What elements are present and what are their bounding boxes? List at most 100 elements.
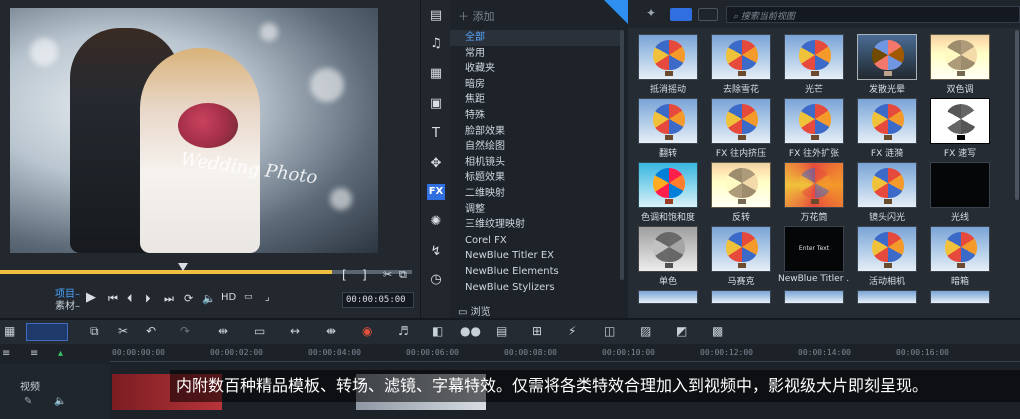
motion-track-icon[interactable]: ◧ xyxy=(432,324,443,338)
category-item[interactable]: 二维映射 xyxy=(450,186,620,202)
category-item[interactable]: 标题效果 xyxy=(450,170,620,186)
path-icon[interactable]: ↯ xyxy=(427,244,445,260)
effect-thumbnail[interactable] xyxy=(784,162,844,208)
cue-icon[interactable]: ▴ xyxy=(58,348,63,359)
aspect-icon[interactable]: ▭ xyxy=(244,292,253,302)
effect-thumbnail[interactable] xyxy=(930,98,990,144)
mark-out-icon[interactable]: ] xyxy=(362,268,367,282)
time-ruler[interactable]: 00:00:00:00 00:00:02:00 00:00:04:00 00:00:0… xyxy=(110,346,1020,362)
effect-thumbnail[interactable] xyxy=(711,226,771,272)
effect-thumbnail[interactable] xyxy=(784,98,844,144)
audio-icon[interactable]: ♬ xyxy=(398,324,409,338)
view-toggle-off[interactable] xyxy=(698,8,718,21)
play-icon[interactable]: ▶ xyxy=(86,290,102,306)
effect-thumbnail[interactable] xyxy=(930,290,990,304)
go-start-icon[interactable]: ⏮ xyxy=(108,292,118,306)
category-item[interactable]: 脸部效果 xyxy=(450,124,620,140)
next-frame-icon[interactable]: ⏵ xyxy=(145,292,151,306)
effect-thumbnail[interactable] xyxy=(638,290,698,304)
mode-switch[interactable]: 项目– 素材– xyxy=(55,289,80,313)
category-item[interactable]: 常用 xyxy=(450,46,620,62)
motion-icon[interactable]: ✺ xyxy=(427,214,445,230)
view-toggle-on[interactable] xyxy=(670,8,692,21)
effect-thumbnail[interactable] xyxy=(857,98,917,144)
sparkle-icon[interactable]: ✦ xyxy=(646,6,656,20)
split-icon[interactable]: ✂ xyxy=(383,268,392,281)
timecode-field[interactable]: 00:00:05:00 xyxy=(342,292,414,308)
search-input[interactable]: ⌕ 搜索当前视图 xyxy=(726,6,1020,23)
go-end-icon[interactable]: ⏭ xyxy=(164,292,174,306)
effect-thumbnail[interactable] xyxy=(638,98,698,144)
media-icon[interactable]: ▤ xyxy=(427,8,445,24)
title-template-icon[interactable]: ▣ xyxy=(427,96,445,112)
effect-thumbnail[interactable] xyxy=(638,34,698,80)
category-item[interactable]: 焦距 xyxy=(450,92,620,108)
gif-icon[interactable]: ▩ xyxy=(712,324,723,338)
storyboard-icon[interactable]: ▦ xyxy=(4,324,15,338)
title-icon[interactable]: T xyxy=(427,126,445,142)
speed-icon[interactable]: ◷ xyxy=(427,272,445,288)
hd-toggle[interactable]: HD xyxy=(221,292,236,303)
record-icon[interactable]: ◉ xyxy=(362,324,372,338)
category-item[interactable]: 自然绘图 xyxy=(450,139,620,155)
effect-thumbnail[interactable] xyxy=(857,162,917,208)
track-icon[interactable]: ⇼ xyxy=(326,324,336,338)
chapter-icon[interactable]: ≡ xyxy=(30,348,38,359)
transition-icon[interactable]: ▦ xyxy=(427,66,445,82)
arrows-icon[interactable]: ↔ xyxy=(290,324,300,338)
copy-icon[interactable]: ⧉ xyxy=(90,324,99,339)
screen-icon[interactable]: ▭ xyxy=(254,324,265,338)
effect-thumbnail[interactable] xyxy=(711,34,771,80)
category-item[interactable]: NewBlue Stylizers xyxy=(450,280,620,296)
mute-icon[interactable]: 🔈 xyxy=(54,396,66,407)
prev-frame-icon[interactable]: ⏴ xyxy=(127,292,133,306)
effect-thumbnail[interactable] xyxy=(857,34,917,80)
category-item[interactable]: NewBlue Elements xyxy=(450,264,620,280)
effect-thumbnail[interactable] xyxy=(857,290,917,304)
category-item[interactable]: 相机镜头 xyxy=(450,155,620,171)
category-item[interactable]: Corel FX xyxy=(450,233,620,249)
crop-icon[interactable]: ⌟ xyxy=(265,292,270,303)
mask-icon[interactable]: ●● xyxy=(460,324,481,338)
color-icon[interactable]: ▨ xyxy=(640,324,651,338)
video-preview[interactable]: Wedding Photo xyxy=(10,8,378,253)
subtitle-icon[interactable]: ▤ xyxy=(496,324,507,338)
pin-corner-icon[interactable] xyxy=(604,0,628,24)
category-item[interactable]: 全部 xyxy=(450,30,620,46)
repeat-icon[interactable]: ⟳ xyxy=(184,292,193,305)
instant-project-icon[interactable]: ♫ xyxy=(427,36,445,52)
filter-fx-icon[interactable]: FX xyxy=(427,184,445,200)
effect-thumbnail[interactable] xyxy=(930,34,990,80)
stabilize-icon[interactable]: ◩ xyxy=(676,324,687,338)
category-item[interactable]: 暗房 xyxy=(450,77,620,93)
fit-icon[interactable]: ⇹ xyxy=(218,324,228,338)
effect-thumbnail[interactable] xyxy=(784,290,844,304)
category-item[interactable]: 收藏夹 xyxy=(450,61,620,77)
scrub-handle[interactable] xyxy=(178,263,188,271)
effect-thumbnail[interactable] xyxy=(638,162,698,208)
undo-icon[interactable]: ↶ xyxy=(146,324,156,338)
track-manager-icon[interactable]: ≡ xyxy=(2,348,10,359)
browse-button[interactable]: ▭ 浏览 xyxy=(458,303,491,318)
effect-thumbnail[interactable] xyxy=(930,226,990,272)
effect-thumbnail[interactable] xyxy=(784,34,844,80)
effect-thumbnail[interactable] xyxy=(711,162,771,208)
graphic-icon[interactable]: ✥ xyxy=(427,156,445,172)
volume-icon[interactable]: 🔈 xyxy=(202,292,216,305)
effect-thumbnail[interactable] xyxy=(711,290,771,304)
mark-in-icon[interactable]: [ xyxy=(342,268,347,282)
category-scrollbar[interactable] xyxy=(620,30,624,280)
speed-ramp-icon[interactable]: ⚡ xyxy=(568,324,576,338)
multicam-icon[interactable]: ⊞ xyxy=(532,324,542,338)
category-item[interactable]: NewBlue Titler EX xyxy=(450,248,620,264)
category-item[interactable]: 特殊 xyxy=(450,108,620,124)
category-item[interactable]: 调整 xyxy=(450,202,620,218)
effects-scrollbar[interactable] xyxy=(1015,30,1019,200)
effect-thumbnail[interactable]: Enter Text xyxy=(784,226,844,272)
timeline-view-button[interactable] xyxy=(26,323,68,341)
add-category-button[interactable]: ＋ 添加 xyxy=(458,8,495,24)
effect-thumbnail[interactable] xyxy=(711,98,771,144)
tools-icon[interactable]: ✂ xyxy=(118,324,128,338)
category-item[interactable]: 三维纹理映射 xyxy=(450,217,620,233)
split-screen-icon[interactable]: ◫ xyxy=(604,324,615,338)
